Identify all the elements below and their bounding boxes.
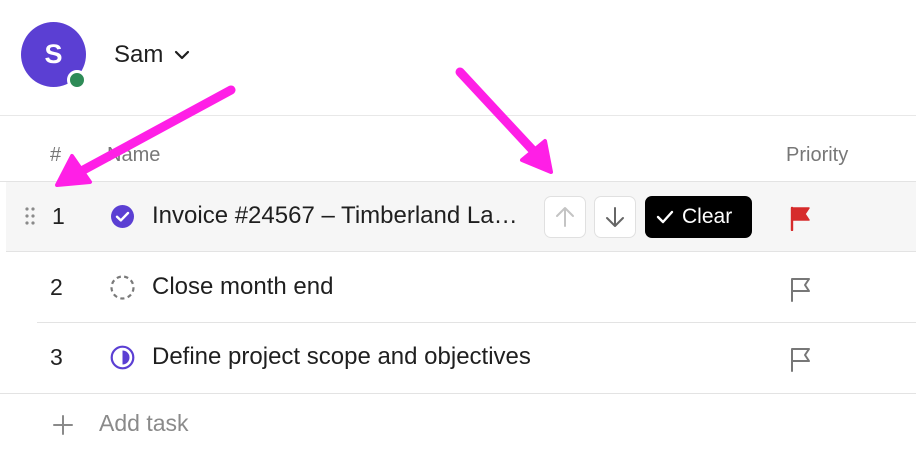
move-down-button[interactable] — [594, 196, 636, 238]
task-number: 2 — [50, 274, 63, 300]
priority-flag-icon[interactable] — [788, 346, 812, 372]
header: S Sam — [0, 0, 916, 116]
presence-indicator — [67, 70, 87, 90]
chevron-down-icon — [175, 50, 190, 60]
arrow-down-icon — [606, 207, 624, 227]
move-up-button[interactable] — [544, 196, 586, 238]
user-name: Sam — [114, 41, 164, 68]
task-name[interactable]: Close month end — [152, 273, 333, 301]
column-header-name[interactable]: Name — [107, 144, 160, 167]
column-header-row: # Name Priority — [0, 116, 916, 182]
avatar-initial: S — [44, 39, 63, 69]
add-task-label: Add task — [99, 410, 189, 436]
priority-high-flag-icon[interactable] — [788, 205, 812, 231]
task-name[interactable]: Invoice #24567 – Timberland Landscaping — [152, 202, 524, 230]
priority-flag-icon[interactable] — [788, 276, 812, 302]
arrow-up-icon — [556, 207, 574, 227]
add-task-button[interactable]: Add task — [0, 393, 916, 455]
column-header-number[interactable]: # — [50, 144, 61, 167]
drag-handle-icon[interactable] — [24, 206, 36, 226]
status-not-started-icon[interactable] — [110, 275, 135, 300]
user-menu-button[interactable]: Sam — [114, 40, 191, 70]
column-header-priority[interactable]: Priority — [786, 144, 848, 167]
clear-button[interactable]: Clear — [645, 196, 752, 238]
task-number: 1 — [52, 203, 65, 229]
status-in-progress-icon[interactable] — [110, 345, 135, 370]
task-name[interactable]: Define project scope and objectives — [152, 343, 531, 371]
task-row[interactable]: 1 Invoice #24567 – Timberland Landscapin… — [6, 182, 916, 252]
clear-button-label: Clear — [682, 205, 733, 228]
plus-icon — [53, 415, 73, 435]
task-row[interactable]: 3 Define project scope and objectives — [0, 323, 916, 393]
status-completed-icon[interactable] — [110, 204, 135, 229]
task-row[interactable]: 2 Close month end — [0, 253, 916, 323]
checkmark-icon — [656, 210, 674, 224]
task-number: 3 — [50, 344, 63, 370]
